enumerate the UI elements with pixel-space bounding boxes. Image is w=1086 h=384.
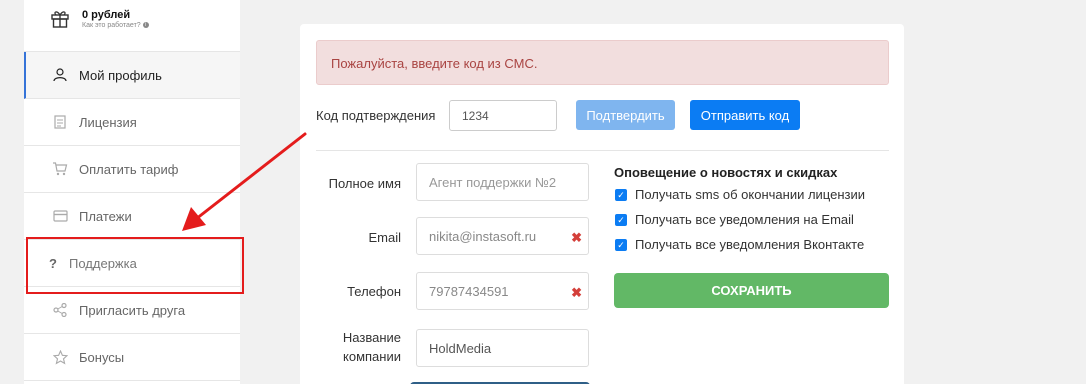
info-icon: i (142, 22, 149, 29)
divider (316, 150, 889, 151)
sidebar-item-label: Бонусы (79, 349, 125, 365)
notifications-title: Оповещение о новостях и скидках (614, 165, 838, 180)
sidebar-item-profile[interactable]: Мой профиль (24, 52, 240, 99)
save-button[interactable]: СОХРАНИТЬ (614, 273, 889, 308)
company-input[interactable]: HoldMedia (416, 329, 589, 367)
send-code-button[interactable]: Отправить код (690, 100, 800, 130)
email-input[interactable]: nikita@instasoft.ru ✖ (416, 217, 589, 255)
profile-card: Пожалуйста, введите код из СМС. Код подт… (300, 24, 904, 384)
code-input[interactable]: 1234 (449, 100, 557, 131)
gift-icon (51, 11, 69, 28)
email-value: nikita@instasoft.ru (429, 229, 537, 244)
checkbox[interactable]: ✓ (615, 213, 627, 226)
checkbox[interactable]: ✓ (615, 188, 627, 201)
license-icon (52, 114, 68, 130)
user-icon (52, 67, 68, 83)
fullname-input[interactable]: Агент поддержки №2 (416, 163, 589, 201)
company-label: Название компании (342, 330, 401, 364)
phone-value: 79787434591 (429, 284, 509, 299)
sidebar: 0 рублей Как это работает? i Мой профиль … (24, 0, 240, 384)
sidebar-item-pay[interactable]: Оплатить тариф (24, 146, 240, 193)
sms-alert: Пожалуйста, введите код из СМС. (316, 40, 889, 85)
sidebar-item-license[interactable]: Лицензия (24, 99, 240, 146)
sidebar-item-invite[interactable]: Пригласить друга (24, 287, 240, 334)
sidebar-item-label: Мой профиль (79, 67, 162, 83)
option-label: Получать все уведомления Вконтакте (635, 237, 865, 252)
how-it-works-link[interactable]: Как это работает? i (82, 22, 149, 29)
phone-label: Телефон (347, 284, 401, 299)
checkbox[interactable]: ✓ (615, 238, 627, 251)
option-label: Получать все уведомления на Email (635, 212, 854, 227)
fullname-label: Полное имя (328, 176, 401, 191)
share-icon (52, 302, 68, 318)
notify-email-option[interactable]: ✓ Получать все уведомления на Email (615, 212, 854, 227)
notify-vk-option[interactable]: ✓ Получать все уведомления Вконтакте (615, 237, 864, 252)
sidebar-item-label: Пригласить друга (79, 302, 186, 318)
email-label: Email (368, 230, 401, 245)
wallet-amount: 0 рублей (82, 9, 131, 21)
confirm-button[interactable]: Подтвердить (576, 100, 675, 130)
option-label: Получать sms об окончании лицензии (635, 187, 865, 202)
how-it-works-text: Как это работает? (82, 22, 141, 29)
cart-icon (52, 161, 68, 177)
star-icon (52, 349, 68, 365)
code-label: Код подтверждения (316, 108, 436, 123)
sidebar-item-label: Платежи (79, 208, 132, 224)
support-highlight-box (26, 237, 244, 294)
error-x-icon: ✖ (571, 230, 582, 245)
phone-input[interactable]: 79787434591 ✖ (416, 272, 589, 310)
wallet-block: 0 рублей Как это работает? i (24, 0, 240, 52)
notify-sms-option[interactable]: ✓ Получать sms об окончании лицензии (615, 187, 865, 202)
sidebar-item-payments[interactable]: Платежи (24, 193, 240, 240)
sidebar-item-bonuses[interactable]: Бонусы (24, 334, 240, 381)
sidebar-item-label: Оплатить тариф (79, 161, 179, 177)
error-x-icon: ✖ (571, 285, 582, 300)
card-icon (52, 208, 68, 224)
sidebar-item-label: Лицензия (79, 114, 137, 130)
